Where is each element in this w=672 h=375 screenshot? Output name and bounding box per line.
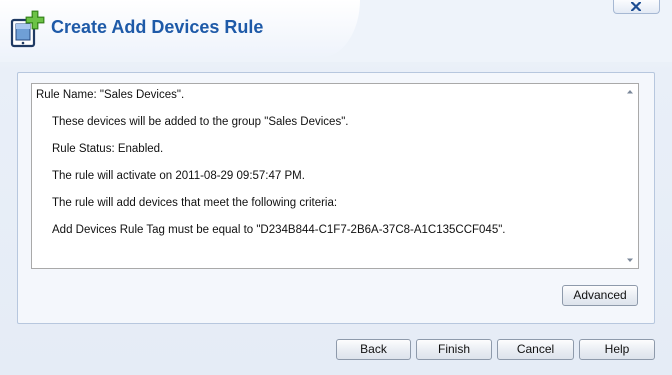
rule-summary-panel: Rule Name: "Sales Devices". These device… bbox=[17, 72, 655, 324]
scroll-up-arrow-icon[interactable] bbox=[622, 84, 638, 100]
finish-button[interactable]: Finish bbox=[416, 339, 492, 360]
advanced-button[interactable]: Advanced bbox=[562, 285, 638, 306]
cancel-button[interactable]: Cancel bbox=[497, 339, 574, 360]
dialog-title: Create Add Devices Rule bbox=[51, 17, 264, 37]
summary-line-activation: The rule will activate on 2011-08-29 09:… bbox=[52, 170, 305, 182]
summary-line-status: Rule Status: Enabled. bbox=[52, 143, 164, 155]
summary-line-rule-name: Rule Name: "Sales Devices". bbox=[36, 89, 185, 101]
add-device-icon bbox=[9, 10, 45, 48]
close-icon bbox=[631, 2, 641, 11]
create-add-devices-rule-dialog: Create Add Devices Rule Rule Name: "Sale… bbox=[0, 0, 672, 375]
summary-line-tag: Add Devices Rule Tag must be equal to "D… bbox=[52, 224, 506, 236]
summary-line-group: These devices will be added to the group… bbox=[52, 116, 349, 128]
help-button[interactable]: Help bbox=[579, 339, 655, 360]
rule-summary-textarea[interactable]: Rule Name: "Sales Devices". These device… bbox=[31, 83, 639, 269]
summary-line-criteria: The rule will add devices that meet the … bbox=[52, 197, 338, 209]
scroll-down-arrow-icon[interactable] bbox=[622, 252, 638, 268]
back-button[interactable]: Back bbox=[336, 339, 411, 360]
vertical-scrollbar[interactable] bbox=[622, 84, 638, 268]
close-button[interactable] bbox=[613, 0, 660, 14]
